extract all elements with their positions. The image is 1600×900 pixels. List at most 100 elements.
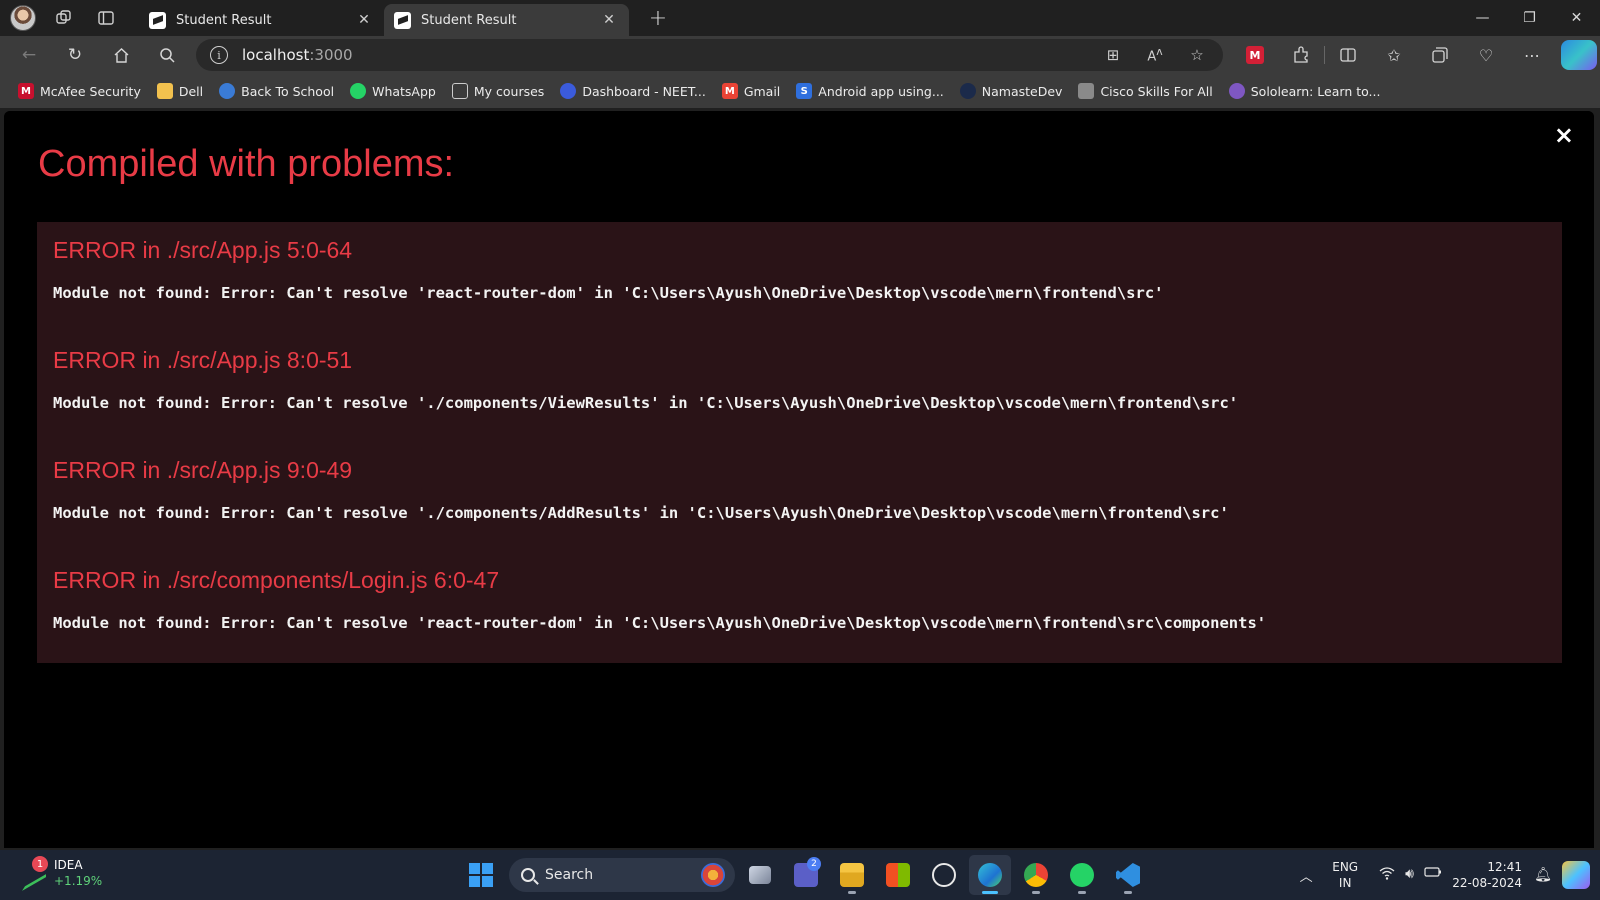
bookmark-label: Cisco Skills For All [1100, 83, 1213, 99]
dell-icon [932, 863, 956, 887]
collections-icon[interactable] [1417, 38, 1463, 72]
microsoft-store-button[interactable] [877, 855, 919, 895]
copilot-taskbar-icon[interactable] [1562, 861, 1590, 889]
split-screen-icon[interactable] [1325, 38, 1371, 72]
student-result-favicon-icon [394, 11, 411, 29]
vscode-button[interactable] [1107, 855, 1149, 895]
url-port: :3000 [309, 46, 353, 64]
wifi-icon[interactable] [1379, 866, 1395, 884]
battery-icon[interactable] [1424, 866, 1442, 884]
problem-message: Module not found: Error: Can't resolve '… [53, 504, 1229, 522]
task-view-button[interactable] [739, 855, 781, 895]
whatsapp-icon [1070, 863, 1094, 887]
favorites-icon[interactable]: ✩ [1371, 38, 1417, 72]
read-aloud-icon[interactable]: Aʌ [1137, 45, 1173, 64]
address-url[interactable]: localhost:3000 [242, 46, 353, 64]
bookmark-label: WhatsApp [372, 83, 436, 99]
refresh-icon[interactable]: ↻ [52, 38, 98, 72]
problem-message: Module not found: Error: Can't resolve '… [53, 394, 1239, 412]
tab-close-icon[interactable]: ✕ [599, 12, 619, 28]
sololearn-icon [1228, 83, 1245, 99]
show-hidden-icons-icon[interactable]: ︿ [1291, 866, 1321, 885]
edge-button[interactable] [969, 855, 1011, 895]
vscode-icon [1116, 863, 1140, 887]
dashboard-icon [560, 83, 577, 99]
language-indicator[interactable]: ENG IN [1321, 859, 1369, 891]
teams-button[interactable]: 2 [785, 855, 827, 895]
bookmark-label: Dashboard - NEET... [582, 83, 706, 99]
profile-avatar[interactable] [10, 5, 36, 31]
running-indicator [848, 891, 856, 894]
bookmark-gmail[interactable]: M Gmail [716, 78, 786, 104]
stock-widget[interactable]: 1 IDEA +1.19% [22, 856, 102, 891]
language-line1: ENG [1332, 860, 1359, 874]
problem-header: ERROR in ./src/App.js 9:0-49 [53, 457, 353, 483]
clock[interactable]: 12:41 22-08-2024 [1452, 859, 1528, 891]
cisco-icon [1078, 83, 1095, 99]
overlay-close-button[interactable]: × [1554, 121, 1574, 149]
extensions-icon[interactable] [1278, 38, 1324, 72]
student-result-favicon-icon [149, 11, 166, 29]
search-icon[interactable] [144, 38, 190, 72]
tab-student-result-1[interactable]: Student Result ✕ [139, 4, 384, 36]
settings-more-icon[interactable]: ⋯ [1509, 38, 1555, 72]
tab-student-result-2[interactable]: Student Result ✕ [384, 4, 629, 36]
workspaces-icon[interactable] [50, 4, 78, 32]
stock-trend-icon: 1 [22, 856, 48, 891]
problems-panel: ERROR in ./src/App.js 5:0-64 Module not … [37, 222, 1562, 663]
bookmark-dashboard-neet[interactable]: Dashboard - NEET... [554, 78, 712, 104]
bookmark-android-app[interactable]: S Android app using... [790, 78, 950, 104]
problem-message: Module not found: Error: Can't resolve '… [53, 284, 1164, 302]
address-bar[interactable]: i localhost:3000 ⊞ Aʌ ☆ [196, 39, 1223, 71]
bookmark-label: McAfee Security [40, 83, 141, 99]
bookmark-my-courses[interactable]: My courses [446, 78, 550, 104]
site-info-icon[interactable]: i [210, 46, 228, 64]
app-available-icon[interactable]: ⊞ [1095, 46, 1131, 64]
vertical-tabs-icon[interactable] [92, 4, 120, 32]
bookmark-label: Back To School [241, 83, 335, 99]
tab-title: Student Result [421, 12, 517, 28]
file-explorer-button[interactable] [831, 855, 873, 895]
problem-item: ERROR in ./src/App.js 5:0-64 Module not … [53, 237, 1163, 302]
bookmark-sololearn[interactable]: Sololearn: Learn to... [1223, 78, 1387, 104]
copilot-icon[interactable] [1561, 40, 1597, 70]
mcafee-extension-icon[interactable]: M [1232, 38, 1278, 72]
taskbar-search-box[interactable]: Search [509, 858, 735, 892]
whatsapp-button[interactable] [1061, 855, 1103, 895]
bookmark-back-to-school[interactable]: Back To School [213, 78, 340, 104]
bookmark-cisco-skills[interactable]: Cisco Skills For All [1072, 78, 1218, 104]
restore-icon[interactable]: ❐ [1506, 0, 1553, 36]
page-viewport: × Compiled with problems: ERROR in ./src… [4, 111, 1594, 848]
browser-essentials-icon[interactable]: ♡ [1463, 38, 1509, 72]
favorite-star-icon[interactable]: ☆ [1179, 46, 1215, 64]
bookmark-namastedev[interactable]: NamasteDev [954, 78, 1069, 104]
s-icon: S [796, 83, 813, 99]
minimize-icon[interactable]: — [1459, 0, 1506, 36]
windows-taskbar: 1 IDEA +1.19% Search 2 ︿ ENG IN 🔊︎ 12:41… [0, 850, 1600, 900]
dell-button[interactable] [923, 855, 965, 895]
problem-header: ERROR in ./src/components/Login.js 6:0-4… [53, 567, 500, 593]
bookmarks-bar: M McAfee Security Dell Back To School Wha… [0, 74, 1600, 108]
bookmark-label: Sololearn: Learn to... [1250, 83, 1381, 99]
error-overlay: × Compiled with problems: ERROR in ./src… [4, 111, 1594, 848]
language-line2: IN [1338, 876, 1352, 890]
bookmark-mcafee-security[interactable]: M McAfee Security [12, 78, 147, 104]
running-indicator [982, 891, 998, 894]
browser-toolbar: ← ↻ i localhost:3000 ⊞ Aʌ ☆ M ✩ ♡ ⋯ [0, 36, 1600, 74]
chrome-button[interactable] [1015, 855, 1057, 895]
back-arrow-icon[interactable]: ← [6, 38, 52, 72]
volume-icon[interactable]: 🔊︎ [1405, 866, 1414, 884]
folder-icon [156, 83, 173, 99]
system-tray: ︿ ENG IN 🔊︎ 12:41 22-08-2024 🔔︎ [1291, 850, 1600, 900]
window-close-icon[interactable]: ✕ [1553, 0, 1600, 36]
bookmark-whatsapp[interactable]: WhatsApp [344, 78, 442, 104]
problem-item: ERROR in ./src/components/Login.js 6:0-4… [53, 567, 1266, 632]
bookmark-dell[interactable]: Dell [151, 78, 209, 104]
new-tab-button[interactable]: + [643, 4, 673, 32]
tab-close-icon[interactable]: ✕ [354, 12, 374, 28]
notifications-icon[interactable]: 🔔︎ [1528, 867, 1558, 883]
windows-start-icon[interactable] [461, 855, 501, 895]
home-icon[interactable] [98, 38, 144, 72]
clock-date: 22-08-2024 [1452, 876, 1522, 890]
overlay-title: Compiled with problems: [38, 143, 455, 185]
